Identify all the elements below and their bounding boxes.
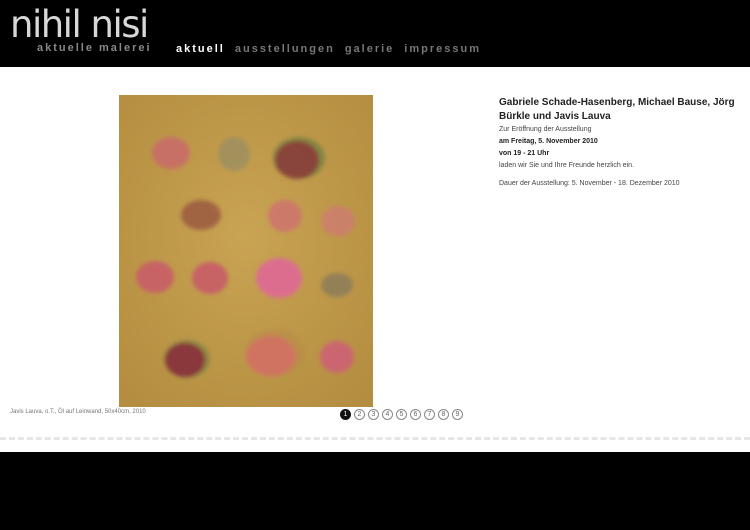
exhibition-info: Gabriele Schade-Hasenberg, Michael Bause… <box>499 96 739 190</box>
page-button-7[interactable]: 7 <box>424 409 435 420</box>
page-button-9[interactable]: 9 <box>452 409 463 420</box>
dashed-divider <box>0 437 750 440</box>
painting-image <box>119 95 373 407</box>
exhibition-title: Gabriele Schade-Hasenberg, Michael Bause… <box>499 97 735 122</box>
nav-item-galerie[interactable]: galerie <box>345 43 394 55</box>
logo-title[interactable]: nihil nisi <box>10 6 149 43</box>
page-button-1[interactable]: 1 <box>340 409 351 420</box>
image-pager: 1 2 3 4 5 6 7 8 9 <box>340 409 463 420</box>
page-button-3[interactable]: 3 <box>368 409 379 420</box>
invitation-text: laden wir Sie und Ihre Freunde herzlich … <box>499 162 635 169</box>
page-button-4[interactable]: 4 <box>382 409 393 420</box>
page-button-2[interactable]: 2 <box>354 409 365 420</box>
opening-time: von 19 - 21 Uhr <box>499 150 550 157</box>
site-header: nihil nisi aktuelle malerei aktuell auss… <box>0 0 750 67</box>
opening-intro: Zur Eröffnung der Ausstellung <box>499 126 592 133</box>
logo-subtitle: aktuelle malerei <box>37 42 152 54</box>
page-button-5[interactable]: 5 <box>396 409 407 420</box>
nav-item-ausstellungen[interactable]: ausstellungen <box>235 43 335 55</box>
nav-item-impressum[interactable]: impressum <box>404 43 481 55</box>
artwork-caption: Javis Lauva, o.T., Öl auf Leinwand, 50x4… <box>10 409 146 415</box>
page-button-8[interactable]: 8 <box>438 409 449 420</box>
main-nav: aktuell ausstellungen galerie impressum <box>176 43 481 55</box>
site-footer <box>0 452 750 530</box>
nav-item-aktuell[interactable]: aktuell <box>176 43 225 55</box>
opening-date: am Freitag, 5. November 2010 <box>499 138 598 145</box>
exhibition-duration: Dauer der Ausstellung: 5. November - 18.… <box>499 180 680 187</box>
page-button-6[interactable]: 6 <box>410 409 421 420</box>
